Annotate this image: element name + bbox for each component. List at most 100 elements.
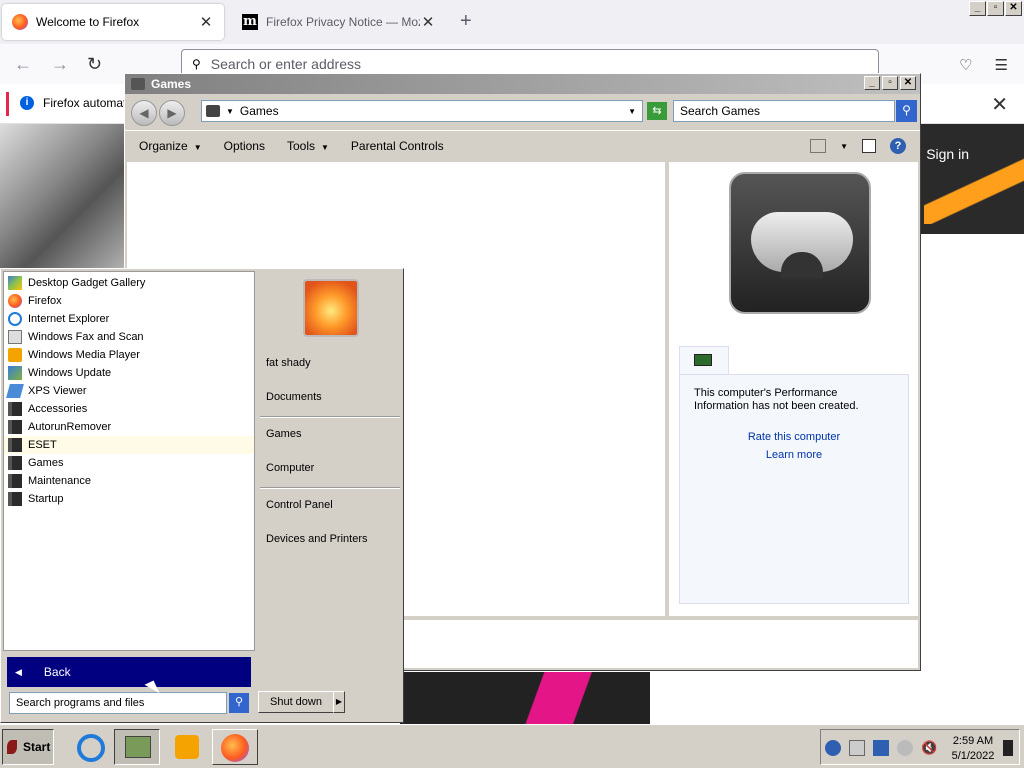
program-item[interactable]: ESET: [4, 436, 254, 454]
breadcrumb-arrow-icon[interactable]: ▼: [226, 107, 234, 116]
folder-icon: [8, 456, 22, 470]
media-player-icon: [8, 348, 22, 362]
info-icon[interactable]: [825, 740, 841, 756]
display-icon[interactable]: [897, 740, 913, 756]
program-item[interactable]: Startup: [4, 490, 254, 508]
refresh-button[interactable]: ⇆: [647, 102, 667, 120]
info-icon: i: [20, 96, 34, 110]
close-button[interactable]: ✕: [900, 76, 916, 90]
performance-tab[interactable]: [679, 346, 729, 374]
search-icon[interactable]: ⚲: [229, 693, 249, 713]
taskbar-media-player[interactable]: [162, 729, 208, 765]
hamburger-menu-icon[interactable]: ☰: [995, 56, 1008, 74]
start-button[interactable]: Start: [2, 729, 54, 765]
new-tab-button[interactable]: +: [460, 10, 472, 33]
back-button[interactable]: ◀: [131, 100, 157, 126]
close-tab-icon[interactable]: ✕: [420, 13, 436, 31]
program-item[interactable]: Windows Update: [4, 364, 254, 382]
sign-in-link[interactable]: Sign in: [926, 146, 969, 162]
taskbar-firefox[interactable]: [212, 729, 258, 765]
mozilla-favicon-icon: m: [242, 14, 258, 30]
program-item[interactable]: XPS Viewer: [4, 382, 254, 400]
program-item[interactable]: Firefox: [4, 292, 254, 310]
organize-menu[interactable]: Organize ▼: [139, 139, 202, 153]
user-name-link[interactable]: fat shady: [266, 357, 311, 369]
firefox-favicon-icon: [12, 14, 28, 30]
minimize-button[interactable]: _: [969, 1, 986, 16]
games-link[interactable]: Games: [266, 428, 301, 440]
program-item[interactable]: Internet Explorer: [4, 310, 254, 328]
close-tab-icon[interactable]: ✕: [198, 13, 214, 31]
back-button[interactable]: ◀ Back: [7, 657, 251, 687]
views-icon[interactable]: [810, 139, 827, 153]
program-item[interactable]: Windows Media Player: [4, 346, 254, 364]
views-dropdown-icon[interactable]: ▼: [840, 142, 848, 151]
program-item[interactable]: Desktop Gadget Gallery: [4, 274, 254, 292]
performance-chart-icon: [694, 354, 712, 366]
show-desktop-icon[interactable]: [1003, 740, 1013, 756]
program-item[interactable]: Games: [4, 454, 254, 472]
documents-link[interactable]: Documents: [266, 391, 322, 403]
clock[interactable]: 2:59 AM 5/1/2022: [945, 734, 1001, 764]
games-details-pane: This computer's Performance Information …: [669, 162, 918, 616]
toolbar-icons: ♡ ☰: [959, 56, 1008, 74]
taskbar-internet-explorer[interactable]: [66, 729, 112, 765]
reload-icon[interactable]: ↻: [87, 54, 102, 75]
media-player-icon: [175, 735, 199, 759]
shutdown-button[interactable]: Shut down: [258, 691, 334, 713]
program-label: ESET: [28, 439, 57, 451]
preview-pane-icon[interactable]: [862, 139, 876, 153]
back-arrow-icon[interactable]: ←: [14, 54, 32, 75]
devices-printers-link[interactable]: Devices and Printers: [266, 533, 368, 545]
shutdown-options-icon[interactable]: ▶: [333, 691, 345, 713]
firefox-icon: [221, 734, 249, 762]
program-label: Startup: [28, 493, 64, 505]
dropdown-arrow-icon: ▼: [321, 142, 329, 152]
search-games-input[interactable]: Search Games: [673, 100, 895, 122]
view-controls: ▼ ?: [810, 138, 906, 154]
gamepad-shape: [751, 212, 853, 278]
program-label: XPS Viewer: [28, 385, 87, 397]
control-panel-link[interactable]: Control Panel: [266, 499, 333, 511]
volume-muted-icon[interactable]: 🔇: [921, 740, 937, 756]
forward-arrow-icon[interactable]: →: [51, 54, 69, 75]
address-dropdown-icon[interactable]: ▼: [628, 107, 636, 116]
breadcrumb: Games: [239, 104, 279, 118]
maximize-button[interactable]: ▫: [882, 76, 898, 90]
network-icon[interactable]: [873, 740, 889, 756]
rate-computer-link[interactable]: Rate this computer: [694, 431, 894, 443]
parental-controls-menu[interactable]: Parental Controls: [351, 139, 444, 153]
notification-close-icon[interactable]: ✕: [991, 92, 1008, 117]
help-icon[interactable]: ?: [890, 138, 906, 154]
maximize-button[interactable]: ▫: [987, 1, 1004, 16]
parental-controls-label: Parental Controls: [350, 138, 444, 153]
program-item[interactable]: Windows Fax and Scan: [4, 328, 254, 346]
games-window-title: Games: [151, 77, 192, 91]
program-label: Games: [28, 457, 64, 469]
firefox-window-controls: _ ▫ ✕: [969, 1, 1022, 16]
action-center-icon[interactable]: [849, 740, 865, 756]
computer-link[interactable]: Computer: [266, 462, 314, 474]
close-button[interactable]: ✕: [1005, 1, 1022, 16]
forward-button[interactable]: ▶: [159, 100, 185, 126]
tab-welcome[interactable]: Welcome to Firefox ✕: [2, 4, 224, 40]
address-box[interactable]: ▼ Games ▼: [201, 100, 643, 122]
start-right-panel: fat shady Documents Games Computer Contr…: [256, 271, 402, 687]
folder-icon: [8, 474, 22, 488]
program-label: Internet Explorer: [28, 313, 110, 325]
learn-more-link[interactable]: Learn more: [694, 449, 894, 461]
search-icon[interactable]: ⚲: [896, 100, 917, 122]
start-label: Start: [23, 740, 51, 754]
tools-menu[interactable]: Tools ▼: [287, 139, 329, 153]
program-item[interactable]: Maintenance: [4, 472, 254, 490]
program-label: Firefox: [28, 295, 62, 307]
pocket-icon[interactable]: ♡: [959, 56, 972, 74]
program-item[interactable]: Accessories: [4, 400, 254, 418]
minimize-button[interactable]: _: [864, 76, 880, 90]
options-menu[interactable]: Options: [224, 139, 265, 153]
program-item[interactable]: AutorunRemover: [4, 418, 254, 436]
folder-icon: [8, 420, 22, 434]
tab-privacy-notice[interactable]: m Firefox Privacy Notice — Mozilla ✕: [232, 4, 446, 40]
search-programs-input[interactable]: Search programs and files: [9, 692, 227, 714]
taskbar-games[interactable]: [114, 729, 160, 765]
